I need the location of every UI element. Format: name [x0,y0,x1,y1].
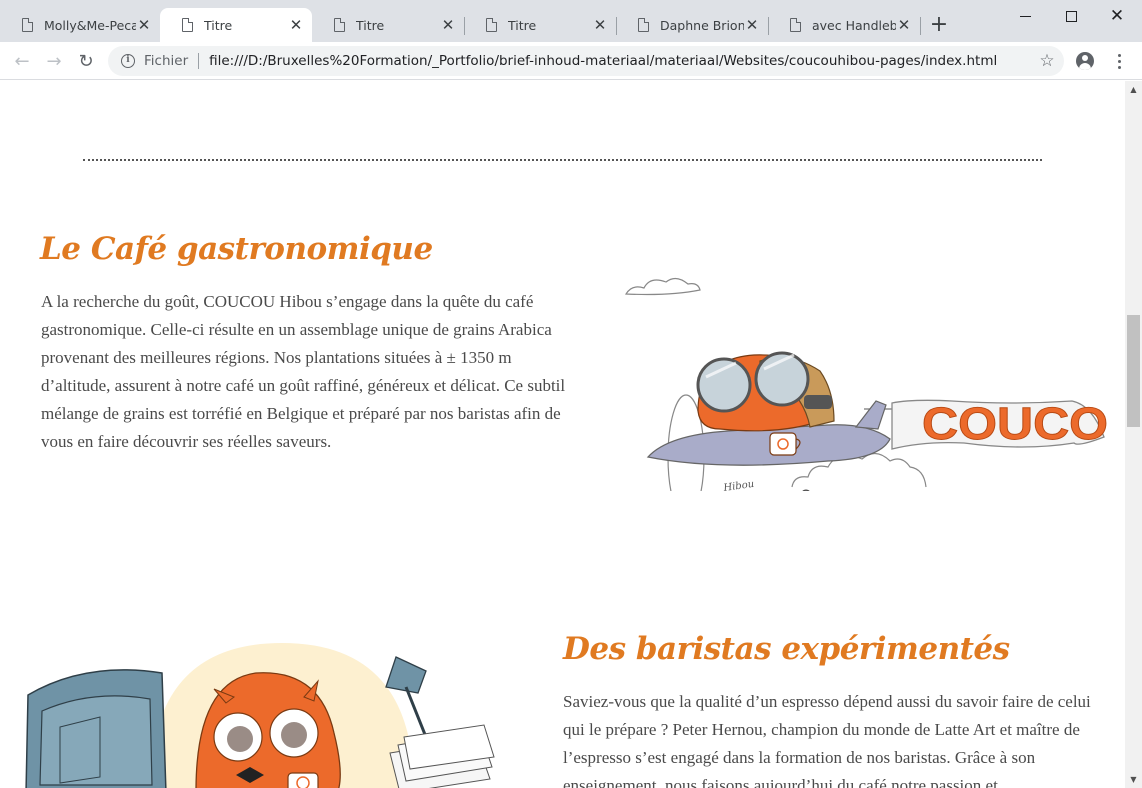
tab-handlebars[interactable]: avec Handlebars ✕ [768,8,920,42]
goggle-lens [696,357,752,413]
owl-airplane-illustration: COUCOU Hibou [624,277,1110,491]
coffee-cup-icon [287,772,319,788]
new-tab-button[interactable]: + [928,14,950,36]
tab-strip: Molly&Me-Pecan ✕ Titre ✕ Titre ✕ Titre ✕… [0,0,1142,42]
coffee-cup-icon [769,432,797,456]
address-bar[interactable]: i Fichier file:///D:/Bruxelles%20Formati… [108,46,1064,76]
page-viewport: Le Café gastronomique A la recherche du … [0,81,1125,788]
tab-titre-3[interactable]: Titre ✕ [464,8,616,42]
document-icon [486,18,497,32]
address-separator [198,53,200,69]
banner-text: COUCOU [922,399,1110,449]
info-icon[interactable]: i [121,54,135,68]
owl-desk-illustration [25,643,495,788]
plane-wheel [802,489,810,491]
account-icon[interactable] [1076,52,1094,70]
goggle-strap [804,395,832,409]
vertical-scrollbar[interactable]: ▲ ▼ [1125,81,1142,788]
dotted-divider [83,159,1042,161]
scheme-label: Fichier [144,53,189,69]
document-icon [22,18,33,32]
maximize-button[interactable] [1048,0,1094,32]
cloud-icon [624,277,701,296]
arrow-left-icon: ← [14,50,30,72]
reload-button[interactable]: ↻ [72,47,100,75]
tab-title: avec Handlebars [812,17,896,33]
close-window-button[interactable]: ✕ [1094,0,1140,32]
document-icon [182,18,193,32]
tab-title: Titre [204,17,233,33]
scroll-thumb[interactable] [1127,315,1140,427]
owl-pupil [227,726,253,752]
close-tab-icon[interactable]: ✕ [896,17,912,33]
scroll-up-arrow-icon[interactable]: ▲ [1125,81,1142,98]
back-button[interactable]: ← [8,47,36,75]
menu-kebab-icon[interactable] [1110,52,1128,70]
plane-tail [854,400,887,430]
reload-icon: ↻ [78,50,94,72]
heading-cafe-gastronomique: Le Café gastronomique [40,231,433,267]
document-icon [638,18,649,32]
heading-baristas: Des baristas expérimentés [563,631,1010,667]
scroll-down-arrow-icon[interactable]: ▼ [1125,771,1142,788]
tab-title: Daphne Brion - P [660,17,744,33]
minimize-button[interactable] [1002,0,1048,32]
tab-titre-2[interactable]: Titre ✕ [312,8,464,42]
tab-separator [920,17,921,35]
tab-daphne-brion[interactable]: Daphne Brion - P ✕ [616,8,768,42]
owl-pupil [281,722,307,748]
tab-title: Titre [508,17,537,33]
close-tab-icon[interactable]: ✕ [288,17,304,33]
signature-text: Hibou [722,479,755,491]
close-tab-icon[interactable]: ✕ [592,17,608,33]
forward-button[interactable]: → [40,47,68,75]
tab-title: Molly&Me-Pecan [44,17,136,33]
url-text[interactable]: file:///D:/Bruxelles%20Formation/_Portfo… [209,53,1036,69]
document-icon [334,18,345,32]
document-icon [790,18,801,32]
close-tab-icon[interactable]: ✕ [440,17,456,33]
paragraph-cafe-gastronomique: A la recherche du goût, COUCOU Hibou s’e… [41,292,566,451]
tab-titre-active[interactable]: Titre ✕ [160,8,312,42]
close-tab-icon[interactable]: ✕ [744,17,760,33]
paragraph-baristas: Saviez-vous que la qualité d’un espresso… [563,692,1091,788]
arrow-right-icon: → [46,50,62,72]
browser-toolbar: ← → ↻ i Fichier file:///D:/Bruxelles%20F… [0,42,1142,80]
close-tab-icon[interactable]: ✕ [136,17,152,33]
tab-title: Titre [356,17,385,33]
bookmark-star-icon[interactable]: ☆ [1036,51,1058,71]
tab-molly-me[interactable]: Molly&Me-Pecan ✕ [0,8,160,42]
